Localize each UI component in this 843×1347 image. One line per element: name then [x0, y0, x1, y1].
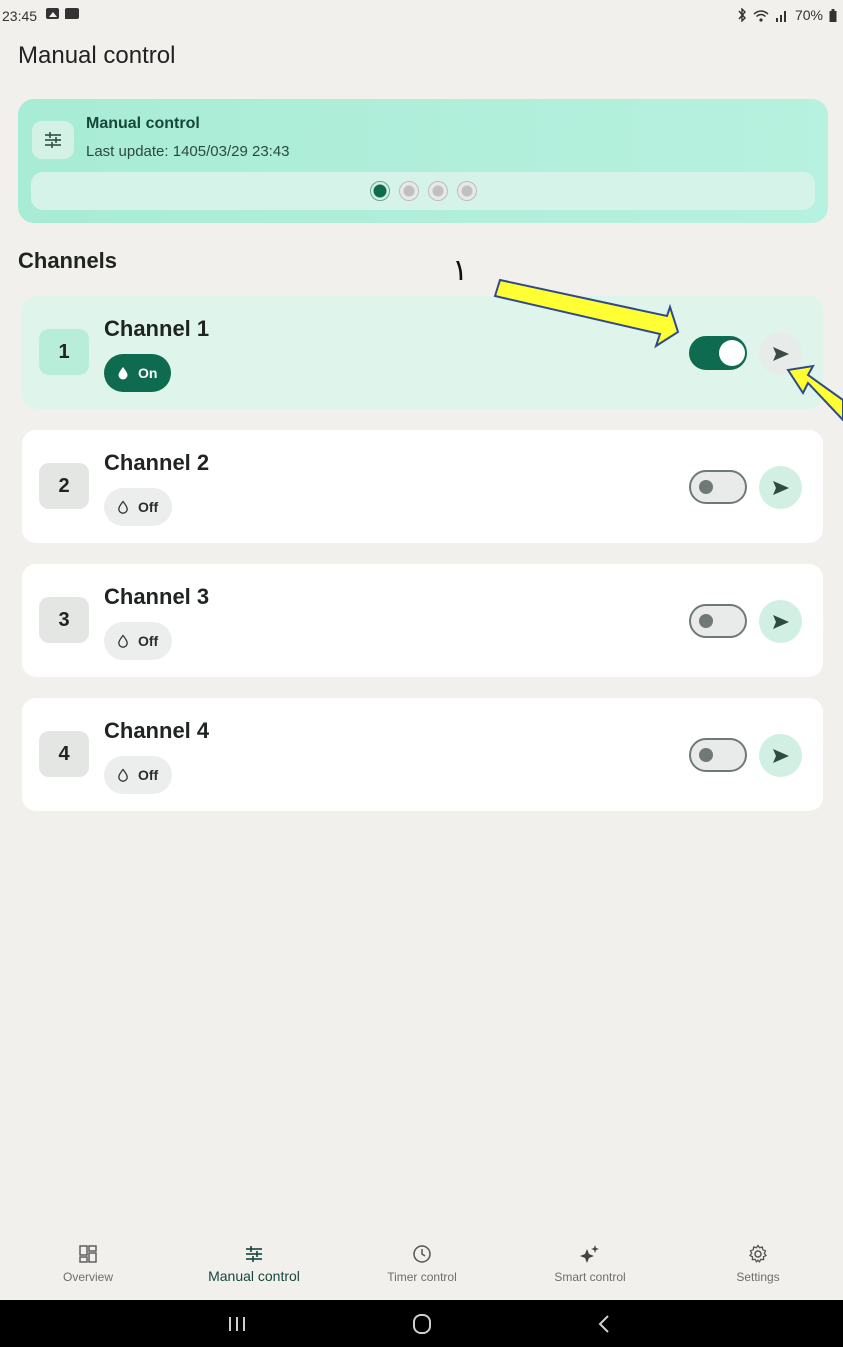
- bottom-nav: Overview Manual control Timer control Sm…: [0, 1238, 843, 1300]
- battery-percent: 70%: [794, 7, 823, 23]
- grid-icon: [79, 1245, 97, 1263]
- send-button[interactable]: [759, 734, 802, 777]
- channel-list: 1 Channel 1 On 2 Channel 2 Off 3 Channel…: [22, 296, 823, 832]
- status-badge: Off: [104, 756, 173, 794]
- nav-label: Settings: [736, 1270, 780, 1284]
- page-title: Manual control: [18, 42, 176, 69]
- channel-card-2: 2 Channel 2 Off: [22, 430, 823, 543]
- wifi-icon: [753, 9, 769, 22]
- page-dot-1[interactable]: [369, 181, 390, 201]
- status-badge: Off: [104, 488, 173, 526]
- sliders-icon: [246, 1246, 262, 1262]
- status-time: 23:45: [2, 8, 38, 24]
- nav-manual-control[interactable]: Manual control: [170, 1238, 338, 1300]
- water-drop-icon: [118, 634, 128, 648]
- battery-icon: [829, 8, 837, 22]
- nav-label: Overview: [62, 1270, 113, 1284]
- channel-card-4: 4 Channel 4 Off: [22, 698, 823, 811]
- nav-smart-control[interactable]: Smart control: [506, 1238, 674, 1300]
- bluetooth-icon: [738, 8, 746, 22]
- channel-toggle[interactable]: [689, 738, 747, 772]
- back-icon[interactable]: [590, 1312, 620, 1336]
- water-drop-icon: [118, 367, 128, 380]
- hero-title: Manual control: [86, 115, 200, 132]
- channel-toggle[interactable]: [689, 336, 747, 370]
- send-icon: [772, 346, 789, 361]
- nav-label: Smart control: [554, 1270, 626, 1284]
- water-drop-icon: [118, 500, 128, 514]
- send-icon: [772, 480, 789, 495]
- status-text: Off: [138, 767, 159, 783]
- signal-icon: [775, 10, 786, 22]
- channel-name: Channel 4: [104, 718, 210, 743]
- page-dot-4[interactable]: [456, 181, 477, 201]
- channel-card-3: 3 Channel 3 Off: [22, 564, 823, 677]
- system-nav-bar: [0, 1300, 843, 1347]
- channel-number: 2: [39, 463, 89, 509]
- nav-settings[interactable]: Settings: [674, 1238, 842, 1300]
- send-button[interactable]: [759, 466, 802, 509]
- sparkle-icon: [580, 1245, 599, 1263]
- page-dot-2[interactable]: [398, 181, 419, 201]
- channel-card-1: 1 Channel 1 On: [22, 296, 823, 409]
- hero-card: Manual control Last update: 1405/03/29 2…: [18, 99, 828, 223]
- channel-number: 3: [39, 597, 89, 643]
- recent-apps-icon[interactable]: [222, 1312, 252, 1336]
- sliders-icon: [32, 121, 74, 159]
- gallery-icon: [46, 8, 59, 19]
- channel-toggle[interactable]: [689, 604, 747, 638]
- channel-name: Channel 1: [104, 316, 210, 341]
- channel-name: Channel 3: [104, 584, 210, 609]
- last-update-text: Last update: 1405/03/29 23:43: [86, 143, 290, 160]
- clock-icon: [413, 1245, 431, 1263]
- channel-number: 1: [39, 329, 89, 375]
- send-button[interactable]: [759, 332, 802, 375]
- channel-name: Channel 2: [104, 450, 210, 475]
- channel-number: 4: [39, 731, 89, 777]
- send-icon: [772, 748, 789, 763]
- status-text: On: [138, 365, 158, 381]
- nav-label: Manual control: [208, 1268, 300, 1284]
- message-icon: [65, 8, 79, 19]
- page-dot-3[interactable]: [427, 181, 448, 201]
- home-icon[interactable]: [407, 1312, 437, 1336]
- status-badge: On: [104, 354, 172, 392]
- status-badge: Off: [104, 622, 173, 660]
- channel-toggle[interactable]: [689, 470, 747, 504]
- status-text: Off: [138, 633, 159, 649]
- status-bar: 23:45 70%: [0, 0, 843, 30]
- nav-label: Timer control: [387, 1270, 457, 1284]
- nav-overview[interactable]: Overview: [4, 1238, 172, 1300]
- send-icon: [772, 614, 789, 629]
- annotation-label: ١: [452, 253, 469, 288]
- gear-icon: [749, 1244, 767, 1263]
- nav-timer-control[interactable]: Timer control: [338, 1238, 506, 1300]
- page-indicator: [31, 172, 815, 210]
- water-drop-icon: [118, 768, 128, 782]
- send-button[interactable]: [759, 600, 802, 643]
- status-text: Off: [138, 499, 159, 515]
- channels-heading: Channels: [18, 248, 118, 273]
